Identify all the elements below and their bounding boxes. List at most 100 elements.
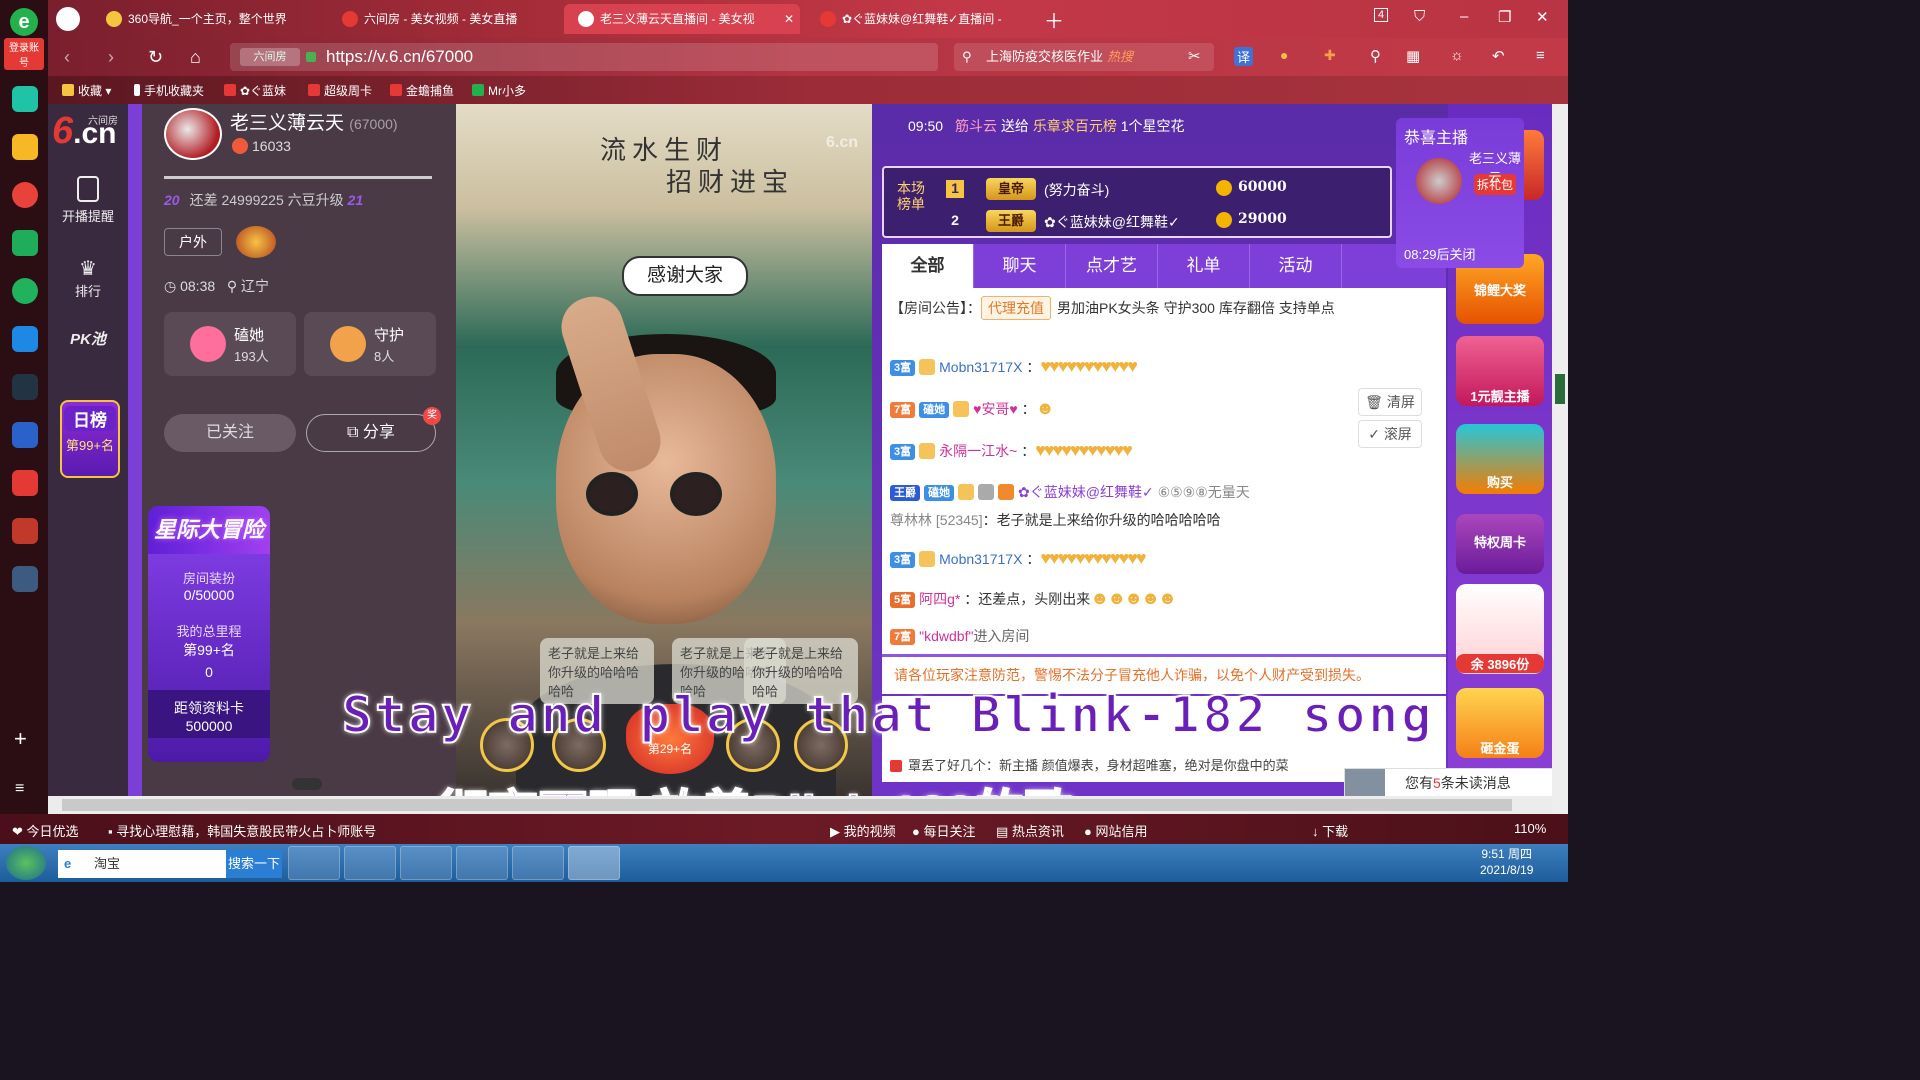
taskbar-chick-icon[interactable] <box>568 846 620 880</box>
scroll-thumb[interactable] <box>62 799 1512 811</box>
shirt-icon[interactable]: ⛉ <box>1414 8 1425 25</box>
tab-all[interactable]: 全部 <box>882 244 974 288</box>
gamepad-icon[interactable]: ✚ <box>1324 47 1336 64</box>
adventure-widget[interactable]: 星际大冒险 房间装扮 0/50000 我的总里程 第99+名 0 距领资料卡 5… <box>148 506 270 762</box>
weibo-icon[interactable] <box>12 182 38 208</box>
guard-stat[interactable]: 守护 8人 <box>304 312 436 376</box>
scissors-icon[interactable]: ✂ <box>1188 47 1201 65</box>
taskbar-player-icon[interactable] <box>512 846 564 880</box>
grid-icon[interactable]: ▦ <box>1406 47 1420 65</box>
undo-icon[interactable]: ↶ <box>1492 47 1505 65</box>
taskbar-360-icon[interactable] <box>456 846 508 880</box>
tab-talent[interactable]: 点才艺 <box>1066 244 1158 288</box>
site-credit-link[interactable]: ● 网站信用 <box>1084 821 1147 840</box>
game-icon-3[interactable] <box>12 566 38 592</box>
search-box[interactable]: ⚲ 上海防疫交核医作业 热搜 <box>954 43 1214 71</box>
coin-icon[interactable]: ● <box>1280 47 1288 63</box>
news-ticker[interactable]: ▪ 寻找心理慰藉，韩国失意股民带火占卜师账号 <box>108 821 376 840</box>
p-app-icon[interactable] <box>12 326 38 352</box>
event-lucky-cat[interactable]: 余 3896份 <box>1456 584 1544 674</box>
browser-logo[interactable]: e 登录账号 <box>4 8 44 70</box>
doc-app-icon[interactable] <box>12 422 38 448</box>
taskbar-folder-icon[interactable] <box>400 846 452 880</box>
scroll-thumb[interactable] <box>1555 374 1565 404</box>
bookmark-favorites[interactable]: 收藏 ▾ <box>62 82 111 99</box>
daily-picks[interactable]: ❤ 今日优选 <box>12 821 79 840</box>
nav-live-reminder[interactable]: 开播提醒 <box>48 176 128 225</box>
search-button[interactable]: 搜索一下 <box>226 850 282 878</box>
clear-screen-button[interactable]: 🗑 清屏 <box>1358 388 1422 416</box>
add-sidebar-icon[interactable]: + <box>14 726 27 752</box>
download-link[interactable]: ↓ 下载 <box>1312 821 1348 840</box>
mail-icon[interactable] <box>12 230 38 256</box>
kneel-stat[interactable]: 磕她 193人 <box>164 312 296 376</box>
close-window-icon[interactable]: ✕ <box>1536 8 1549 26</box>
maximize-icon[interactable]: ❐ <box>1498 8 1511 26</box>
session-leaderboard[interactable]: 本场榜单 1 皇帝 (努力奋斗) 60000 2 王爵 ✿ぐ蓝妹妹@红舞鞋✓ 2… <box>882 166 1392 238</box>
zoom-level[interactable]: 110% <box>1514 821 1546 836</box>
link-app-icon[interactable] <box>12 278 38 304</box>
event-privilege-card[interactable]: 特权周卡 <box>1456 514 1544 574</box>
scroll-screen-button[interactable]: ✓ 滚屏 <box>1358 420 1422 448</box>
system-clock[interactable]: 9:51 周四 2021/8/19 <box>1480 846 1533 878</box>
share-button[interactable]: ⧉ 分享奖 <box>306 407 441 452</box>
sidebar-menu-icon[interactable]: ≡ <box>15 780 24 798</box>
bookmark-fishing[interactable]: 金蟾捕鱼 <box>390 82 454 99</box>
translate-icon[interactable]: 译 <box>1234 47 1254 66</box>
congrats-host-popup[interactable]: 恭喜主播 拆礼包 老三义薄云 08:29后关闭 <box>1396 118 1524 268</box>
carousel-pager[interactable] <box>292 778 322 790</box>
nav-ranking[interactable]: ♛ 排行 <box>48 256 128 300</box>
address-bar[interactable]: 六间房 https://v.6.cn/67000 <box>230 43 938 71</box>
send-icon[interactable] <box>56 7 80 31</box>
mini-game-icon[interactable] <box>12 470 38 496</box>
daily-follow-link[interactable]: ● 每日关注 <box>912 821 975 840</box>
magnifier-icon[interactable]: ⚲ <box>1370 47 1381 65</box>
tab-chat[interactable]: 聊天 <box>974 244 1066 288</box>
tab-room-67000[interactable]: 老三义薄云天直播间 - 美女视 ✕ <box>564 4 800 34</box>
nav-pk-pool[interactable]: PK池 <box>48 328 128 349</box>
bookmark-lanmei[interactable]: ✿ぐ蓝妹 <box>224 82 286 99</box>
tab-gift-list[interactable]: 礼单 <box>1158 244 1250 288</box>
home-icon[interactable]: ⌂ <box>190 47 201 68</box>
bookmark-weekcard[interactable]: 超级周卡 <box>308 82 372 99</box>
favorites-star-icon[interactable] <box>12 134 38 160</box>
tab-360-nav[interactable]: 360导航_一个主页，整个世界 <box>92 4 320 34</box>
site-logo[interactable]: 6.cn 六间房 <box>52 110 126 154</box>
tab-count[interactable]: 4 <box>1374 8 1389 22</box>
follow-button[interactable]: 已关注 <box>164 414 296 452</box>
forward-icon[interactable]: › <box>108 47 114 68</box>
back-icon[interactable]: ‹ <box>64 47 70 68</box>
recharge-tag[interactable]: 代理充值 <box>981 296 1051 320</box>
minimize-icon[interactable]: – <box>1460 8 1468 25</box>
game-app-icon[interactable] <box>12 374 38 400</box>
leaderboard-row[interactable]: 2 王爵 ✿ぐ蓝妹妹@红舞鞋✓ 29000 <box>946 208 1386 234</box>
host-avatar[interactable] <box>164 108 222 160</box>
leaderboard-row[interactable]: 1 皇帝 (努力奋斗) 60000 <box>946 176 1386 202</box>
bookmark-mrxiaoduo[interactable]: Mr小多 <box>472 82 526 99</box>
tab-6cn-home[interactable]: 六间房 - 美女视频 - 美女直播 <box>328 4 554 34</box>
login-account-label[interactable]: 登录账号 <box>4 38 44 70</box>
sidebar-app-icon-1[interactable] <box>12 86 38 112</box>
taskbar-kugou-icon[interactable] <box>288 846 340 880</box>
game-icon-2[interactable] <box>12 518 38 544</box>
reload-icon[interactable]: ↻ <box>148 47 163 68</box>
taskbar-search[interactable]: e 淘宝 搜索一下 <box>58 850 282 878</box>
url-text[interactable]: https://v.6.cn/67000 <box>326 47 473 66</box>
category-tag[interactable]: 户外 <box>164 228 222 256</box>
taskbar-ie-icon[interactable] <box>344 846 396 880</box>
bookmark-mobile[interactable]: 手机收藏夹 <box>134 82 204 99</box>
hot-news-link[interactable]: ▤ 热点资讯 <box>996 821 1064 840</box>
menu-icon[interactable]: ≡ <box>1536 47 1545 64</box>
brightness-icon[interactable]: ☼ <box>1450 47 1464 64</box>
my-video-link[interactable]: ▶ 我的视频 <box>830 821 896 840</box>
event-1yuan-host[interactable]: 1元靓主播 <box>1456 336 1544 406</box>
event-buy[interactable]: 购买 <box>1456 424 1544 494</box>
new-tab-icon[interactable]: ＋ <box>1044 5 1064 34</box>
start-button[interactable] <box>6 846 46 880</box>
tab-room-lanmeimei[interactable]: ✿ぐ蓝妹妹@红舞鞋✓直播间 - <box>806 4 1032 34</box>
event-golden-egg[interactable]: 砸金蛋 <box>1456 688 1544 758</box>
tab-activity[interactable]: 活动 <box>1250 244 1342 288</box>
horizontal-scrollbar[interactable] <box>48 796 1552 814</box>
close-tab-icon[interactable]: ✕ <box>784 4 794 34</box>
vertical-scrollbar[interactable] <box>1552 104 1568 814</box>
